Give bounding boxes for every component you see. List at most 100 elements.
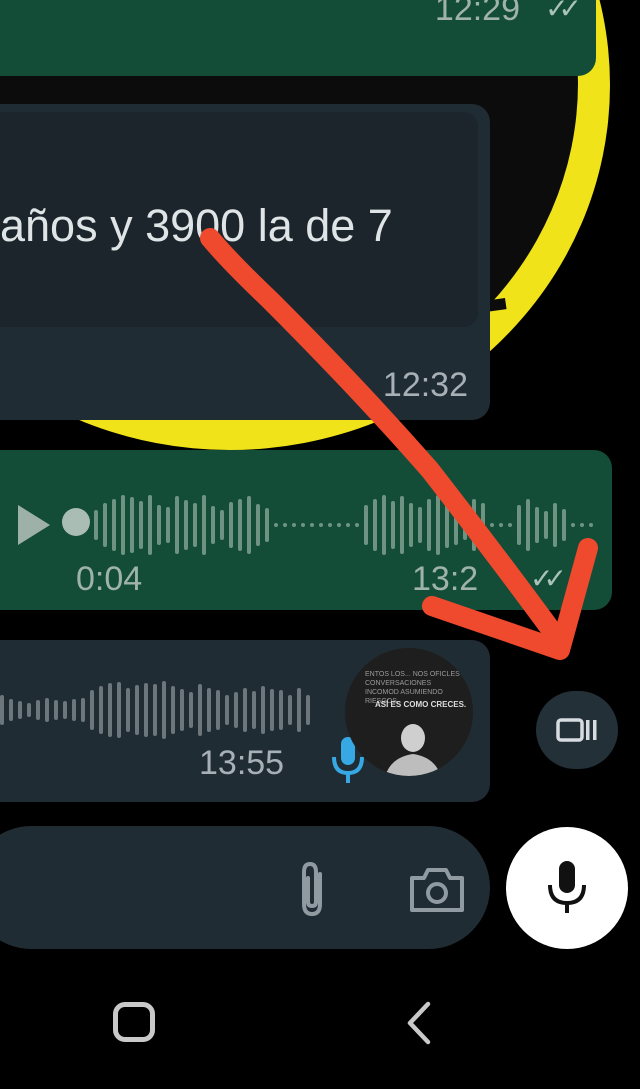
waveform-bar: [198, 684, 202, 736]
waveform-bar: [234, 692, 238, 728]
waveform-bar: [54, 700, 58, 720]
waveform-bar: [117, 682, 121, 738]
voice-scrubber-handle[interactable]: [62, 508, 90, 536]
waveform-bar: [207, 688, 211, 732]
waveform-bar: [418, 507, 422, 543]
waveform-bar: [94, 510, 98, 540]
waveform-bar: [139, 501, 143, 549]
waveform-bar: [301, 523, 305, 527]
waveform-bar: [243, 688, 247, 732]
waveform-bar: [355, 523, 359, 527]
waveform-bar: [535, 507, 539, 543]
waveform-bar: [553, 503, 557, 547]
waveform-bar: [247, 496, 251, 554]
home-icon[interactable]: [113, 1002, 155, 1042]
waveform-bar: [409, 503, 413, 547]
waveform-bar: [364, 505, 368, 545]
waveform-bar: [297, 688, 301, 732]
waveform-bar: [274, 523, 278, 527]
incoming-message-bubble[interactable]: años y 3900 la de 7 12:32: [0, 104, 490, 420]
back-icon[interactable]: [404, 1000, 434, 1046]
statue-image: [385, 724, 441, 776]
voice-duration: 0:04: [76, 560, 143, 598]
waveform-bar: [112, 499, 116, 551]
voice-waveform[interactable]: [0, 660, 310, 760]
waveform-bar: [256, 504, 260, 546]
voice-waveform[interactable]: [94, 470, 593, 580]
paperclip-icon[interactable]: [290, 860, 336, 920]
waveform-bar: [283, 523, 287, 527]
waveform-bar: [562, 509, 566, 541]
waveform-bar: [580, 523, 584, 527]
playback-toggle-button[interactable]: [536, 691, 618, 769]
microphone-icon: [548, 861, 586, 913]
waveform-bar: [328, 523, 332, 527]
waveform-bar: [279, 690, 283, 730]
waveform-bar: [103, 503, 107, 547]
waveform-bar: [589, 523, 593, 527]
waveform-bar: [166, 507, 170, 543]
waveform-bar: [135, 685, 139, 735]
waveform-bar: [436, 495, 440, 555]
playback-toggle-icon: [556, 718, 597, 742]
waveform-bar: [171, 686, 175, 734]
waveform-bar: [153, 684, 157, 736]
waveform-bar: [526, 499, 530, 551]
waveform-bar: [148, 495, 152, 555]
outgoing-message-bubble[interactable]: 12:29 ✓✓: [0, 0, 596, 76]
waveform-bar: [292, 523, 296, 527]
waveform-bar: [90, 690, 94, 730]
waveform-bar: [216, 690, 220, 730]
waveform-bar: [508, 523, 512, 527]
record-voice-button[interactable]: [506, 827, 628, 949]
waveform-bar: [288, 695, 292, 725]
waveform-bar: [382, 495, 386, 555]
waveform-bar: [130, 497, 134, 553]
waveform-bar: [544, 511, 548, 539]
play-icon[interactable]: [18, 505, 50, 545]
message-time: 12:29: [434, 0, 520, 28]
waveform-bar: [265, 508, 269, 542]
waveform-bar: [238, 499, 242, 551]
sender-avatar[interactable]: ENTOS LOS... NOS OFICLES CONVERSACIONES …: [345, 648, 473, 776]
waveform-bar: [63, 701, 67, 719]
waveform-bar: [225, 695, 229, 725]
waveform-bar: [229, 502, 233, 548]
waveform-bar: [72, 699, 76, 721]
waveform-bar: [157, 505, 161, 545]
waveform-bar: [9, 699, 13, 721]
waveform-bar: [319, 523, 323, 527]
waveform-bar: [490, 523, 494, 527]
waveform-bar: [99, 686, 103, 734]
waveform-bar: [27, 703, 31, 717]
waveform-bar: [45, 698, 49, 722]
waveform-bar: [571, 523, 575, 527]
waveform-bar: [202, 495, 206, 555]
waveform-bar: [193, 503, 197, 547]
waveform-bar: [0, 695, 4, 725]
waveform-bar: [18, 701, 22, 719]
waveform-bar: [454, 505, 458, 545]
waveform-bar: [121, 495, 125, 555]
message-time: 13:2: [412, 560, 479, 598]
waveform-bar: [481, 503, 485, 547]
waveform-bar: [36, 700, 40, 720]
waveform-bar: [391, 501, 395, 549]
waveform-bar: [373, 499, 377, 551]
waveform-bar: [310, 523, 314, 527]
waveform-bar: [463, 510, 467, 540]
double-check-icon: ✓✓: [545, 0, 582, 24]
message-text: años y 3900 la de 7: [0, 200, 393, 251]
waveform-bar: [189, 692, 193, 728]
waveform-bar: [184, 500, 188, 550]
waveform-bar: [211, 506, 215, 544]
double-check-icon: ✓✓: [530, 563, 567, 594]
waveform-bar: [144, 683, 148, 737]
waveform-bar: [427, 499, 431, 551]
waveform-bar: [517, 505, 521, 545]
camera-icon[interactable]: [408, 864, 466, 914]
waveform-bar: [108, 683, 112, 737]
avatar-caption: ASÍ ES COMO CRECES.: [375, 700, 467, 709]
waveform-bar: [175, 496, 179, 554]
waveform-bar: [220, 510, 224, 540]
